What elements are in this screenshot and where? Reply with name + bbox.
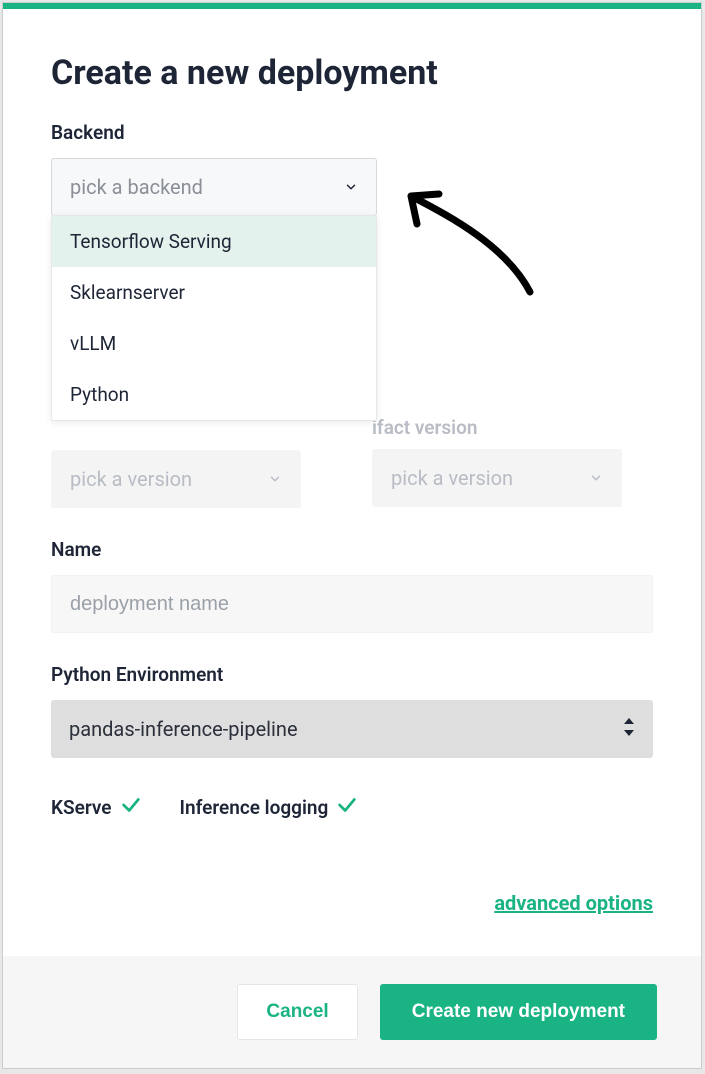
version-right-col: ifact version pick a version xyxy=(372,416,653,508)
python-env-value: pandas-inference-pipeline xyxy=(69,717,298,741)
version-right-placeholder: pick a version xyxy=(391,466,513,490)
create-deployment-modal: Create a new deployment Backend pick a b… xyxy=(2,2,702,1069)
backend-dropdown: Tensorflow Serving Sklearnserver vLLM Py… xyxy=(51,215,377,421)
check-icon xyxy=(120,794,142,821)
chevron-down-icon xyxy=(589,471,603,485)
sort-icon xyxy=(623,718,635,740)
cancel-button[interactable]: Cancel xyxy=(237,984,357,1040)
version-right-select[interactable]: pick a version xyxy=(372,449,622,507)
backend-select[interactable]: pick a backend xyxy=(51,158,377,216)
modal-title: Create a new deployment xyxy=(51,53,653,93)
name-input[interactable] xyxy=(51,575,653,633)
chevron-down-icon xyxy=(268,472,282,486)
toggles-row: KServe Inference logging xyxy=(51,794,653,821)
backend-section: Backend pick a backend xyxy=(51,121,653,216)
version-left-col: pick a version xyxy=(51,416,332,508)
inference-logging-toggle[interactable]: Inference logging xyxy=(180,794,359,821)
version-left-placeholder: pick a version xyxy=(70,467,192,491)
kserve-label: KServe xyxy=(51,796,112,819)
version-left-label-hidden xyxy=(51,416,332,450)
python-env-section: Python Environment pandas-inference-pipe… xyxy=(51,663,653,758)
artifact-version-label: ifact version xyxy=(372,416,653,439)
modal-footer: Cancel Create new deployment xyxy=(3,956,701,1068)
advanced-options-link[interactable]: advanced options xyxy=(494,891,653,915)
backend-label: Backend xyxy=(51,121,653,144)
versions-row: pick a version ifact version pick a vers… xyxy=(51,416,653,508)
name-section: Name xyxy=(51,538,653,633)
advanced-options-row: advanced options xyxy=(51,891,653,915)
modal-content: Create a new deployment Backend pick a b… xyxy=(3,9,701,956)
backend-option-python[interactable]: Python xyxy=(52,369,376,420)
inference-logging-label: Inference logging xyxy=(180,796,329,819)
python-env-label: Python Environment xyxy=(51,663,653,686)
python-env-select[interactable]: pandas-inference-pipeline xyxy=(51,700,653,758)
name-label: Name xyxy=(51,538,653,561)
version-left-select[interactable]: pick a version xyxy=(51,450,301,508)
backend-option-tensorflow[interactable]: Tensorflow Serving xyxy=(52,216,376,267)
create-deployment-button[interactable]: Create new deployment xyxy=(380,984,657,1040)
kserve-toggle[interactable]: KServe xyxy=(51,794,142,821)
backend-option-sklearn[interactable]: Sklearnserver xyxy=(52,267,376,318)
chevron-down-icon xyxy=(344,180,358,194)
backend-placeholder: pick a backend xyxy=(70,175,203,199)
check-icon xyxy=(336,794,358,821)
backend-option-vllm[interactable]: vLLM xyxy=(52,318,376,369)
